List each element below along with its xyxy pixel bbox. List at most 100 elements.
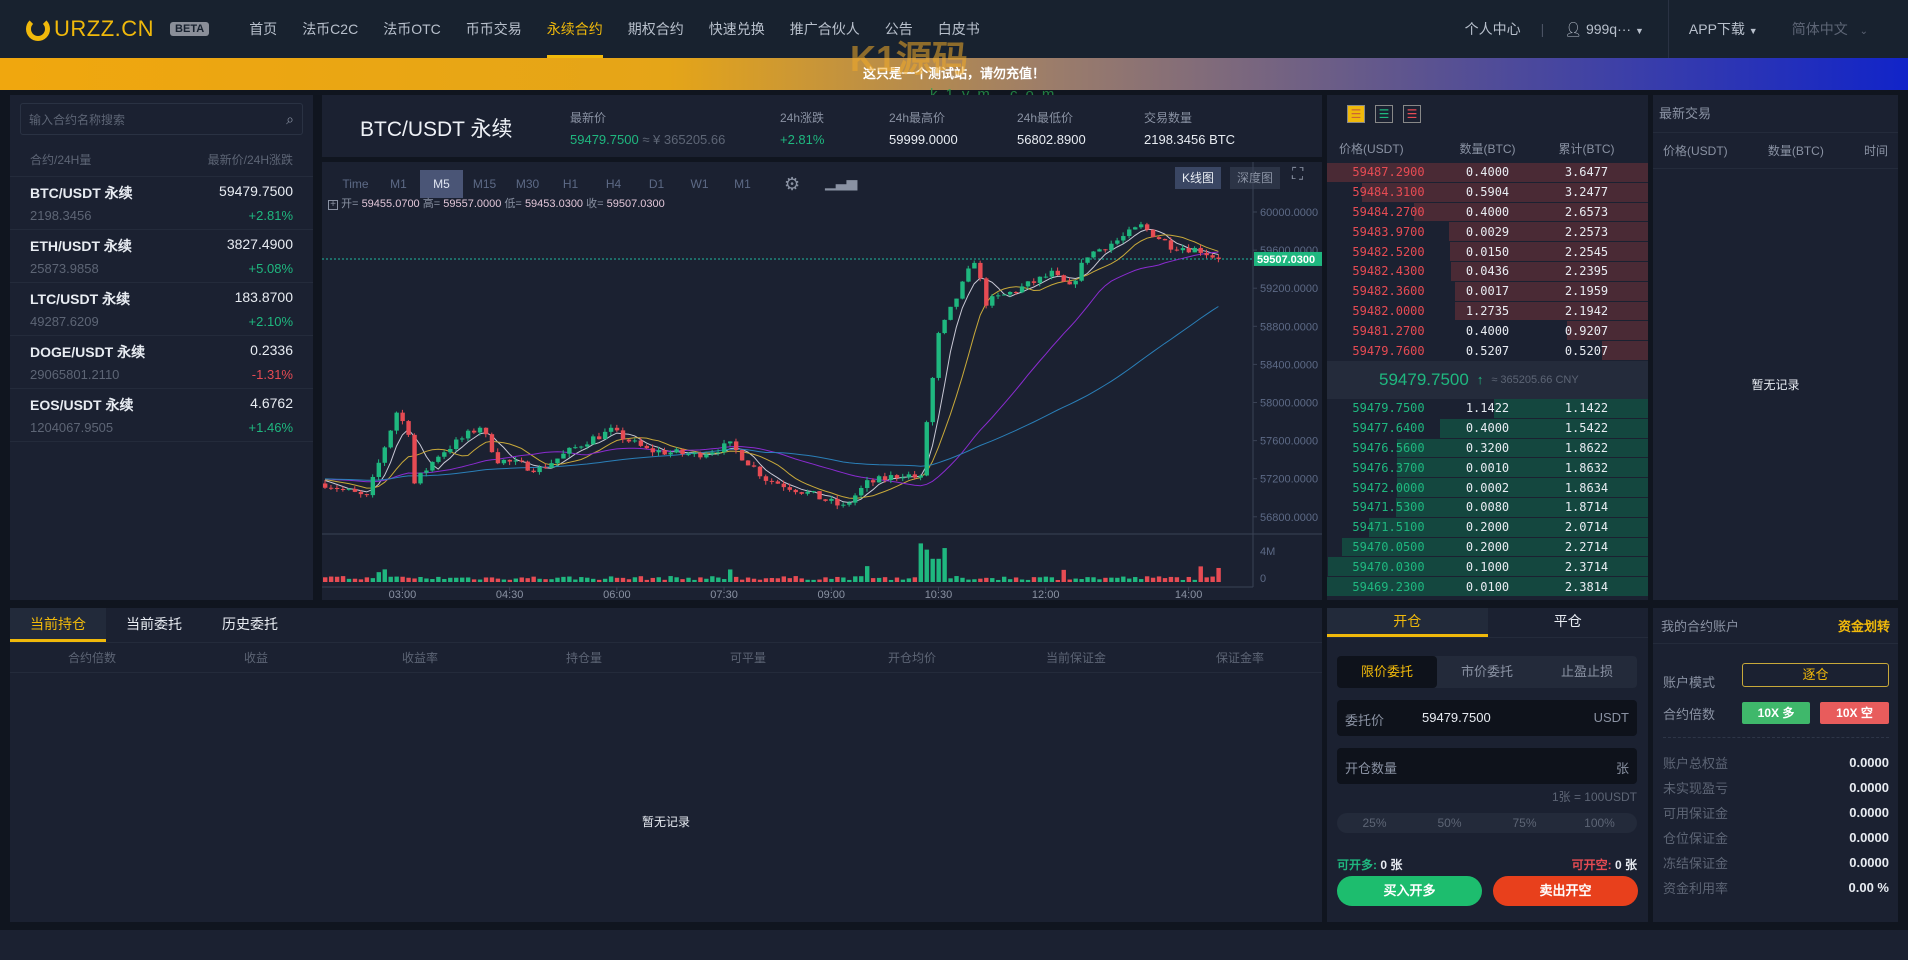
candle (638, 440, 644, 446)
market-list-item[interactable]: ETH/USDT 永续 3827.4900 25873.9858 +5.08% (10, 230, 313, 283)
candle (811, 491, 816, 493)
book-bids-icon[interactable]: ☰ (1375, 105, 1393, 123)
ticker-bar: BTC/USDT 永续 最新价 59479.7500 ≈ ¥ 365205.66 … (322, 95, 1322, 157)
bid-row[interactable]: 59470.0300 0.1000 2.3714 (1327, 557, 1648, 578)
nav-item[interactable]: 币币交易 (466, 0, 522, 58)
sell-short-button[interactable]: 卖出开空 (1493, 876, 1638, 906)
bid-row[interactable]: 59469.2300 0.0100 2.3814 (1327, 577, 1648, 597)
nav-item[interactable]: 法币C2C (302, 0, 358, 58)
book-asks-icon[interactable]: ☰ (1403, 105, 1421, 123)
volume-tick-label: 4M (1260, 546, 1275, 558)
ask-row[interactable]: 59482.4300 0.0436 2.2395 (1327, 261, 1648, 282)
fund-transfer-link[interactable]: 资金划转 (1838, 616, 1890, 635)
order-amount: 1.2735 (1465, 303, 1510, 318)
contract-size-note: 1张 = 100USDT (1551, 790, 1637, 804)
bid-row[interactable]: 59470.0500 0.2000 2.2714 (1327, 537, 1648, 558)
percent-option[interactable]: 25% (1337, 813, 1412, 833)
price-tick-label: 60000.0000 (1260, 207, 1318, 219)
buy-long-button[interactable]: 买入开多 (1337, 876, 1482, 906)
volume-bar (1133, 577, 1138, 582)
candle (870, 480, 876, 483)
ask-row[interactable]: 59487.2900 0.4000 3.6477 (1327, 163, 1648, 183)
candle (537, 467, 542, 473)
candle (644, 445, 650, 449)
order-price-input[interactable]: 委托价 59479.7500 USDT (1337, 700, 1637, 736)
candle (686, 454, 691, 456)
order-amount: 0.0436 (1465, 264, 1510, 279)
beta-badge: BETA (170, 22, 210, 36)
tab-limit-order[interactable]: 限价委托 (1337, 656, 1437, 688)
bid-row[interactable]: 59472.0000 0.0002 1.8634 (1327, 478, 1648, 498)
short-leverage-button[interactable]: 10X 空 (1820, 702, 1889, 724)
tab-stop-order[interactable]: 止盈止损 (1537, 656, 1637, 688)
order-price: 59481.2700 (1352, 323, 1425, 338)
user-menu[interactable]: 👤︎ 999q··· ▼ (1564, 21, 1644, 38)
tab-market-order[interactable]: 市价委托 (1437, 656, 1537, 688)
bid-row[interactable]: 59477.6400 0.4000 1.5422 (1327, 418, 1648, 439)
positions-tab[interactable]: 历史委托 (202, 608, 298, 642)
logo[interactable]: URZZ.CN BETA (26, 16, 210, 42)
column-header: 保证金率 (1215, 651, 1264, 665)
ask-row[interactable]: 59482.3600 0.0017 2.1959 (1327, 281, 1648, 302)
bid-row[interactable]: 59476.5600 0.3200 1.8622 (1327, 438, 1648, 459)
bid-row[interactable]: 59471.5300 0.0080 1.8714 (1327, 497, 1648, 518)
contract-price: 3827.4900 (226, 236, 293, 252)
volume-bar (1162, 578, 1168, 582)
candle (1198, 247, 1203, 253)
nav-item[interactable]: 快速兑换 (709, 0, 765, 58)
percent-option[interactable]: 50% (1412, 813, 1487, 833)
language-select[interactable]: 简体中文 ⌄ (1792, 19, 1868, 39)
volume-bar (835, 576, 840, 582)
nav-item[interactable]: 法币OTC (383, 0, 441, 58)
account-mode-button[interactable]: 逐仓 (1742, 663, 1889, 687)
quantity-input[interactable]: 开仓数量 张 (1337, 748, 1637, 784)
ask-row[interactable]: 59484.3100 0.5904 3.2477 (1327, 182, 1648, 203)
percent-option[interactable]: 100% (1562, 813, 1637, 833)
candle (912, 474, 918, 478)
candle (561, 453, 566, 459)
volume-bar (930, 558, 935, 582)
contract-name: LTC/USDT 永续 (30, 291, 131, 307)
positions-tab[interactable]: 当前持仓 (10, 608, 106, 642)
percent-slider[interactable]: 25% 50% 75% 100% (1337, 813, 1637, 833)
candle (531, 470, 536, 473)
app-download-menu[interactable]: APP下载 ▼ (1689, 19, 1758, 39)
candle (567, 447, 572, 454)
ask-row[interactable]: 59482.5200 0.0150 2.2545 (1327, 242, 1648, 262)
volume-bar (728, 569, 733, 582)
market-list-item[interactable]: DOGE/USDT 永续 0.2336 29065801.2110 -1.31% (10, 336, 313, 389)
nav-item[interactable]: 永续合约 (546, 0, 603, 58)
nav-item[interactable]: 期权合约 (628, 0, 684, 58)
volume-bar (561, 576, 566, 582)
candle (954, 298, 959, 307)
market-list-item[interactable]: BTC/USDT 永续 59479.7500 2198.3456 +2.81% (10, 177, 313, 230)
contract-search-input[interactable]: 输入合约名称搜索 ⌕ (20, 103, 303, 135)
volume-bar (1121, 576, 1126, 582)
bid-row[interactable]: 59471.5100 0.2000 2.0714 (1327, 517, 1648, 538)
ask-row[interactable]: 59483.9700 0.0029 2.2573 (1327, 222, 1648, 243)
ask-row[interactable]: 59482.0000 1.2735 2.1942 (1327, 301, 1648, 322)
user-center-link[interactable]: 个人中心 (1465, 19, 1521, 39)
percent-option[interactable]: 75% (1487, 813, 1562, 833)
ask-row[interactable]: 59484.2700 0.4000 2.6573 (1327, 202, 1648, 223)
volume-bar (626, 579, 632, 582)
book-both-icon[interactable]: ☰ (1347, 105, 1365, 123)
ask-row[interactable]: 59479.7600 0.5207 0.5207 (1327, 341, 1648, 361)
long-leverage-button[interactable]: 10X 多 (1742, 702, 1810, 724)
nav-item[interactable]: 首页 (249, 0, 277, 58)
candlestick-chart[interactable]: 60000.000059600.000059200.000058800.0000… (322, 162, 1322, 600)
tab-open-position[interactable]: 开仓 (1327, 608, 1488, 637)
empty-state: 暂无记录 (641, 815, 690, 829)
candle (346, 488, 352, 490)
candle (1162, 238, 1168, 241)
bid-row[interactable]: 59476.3700 0.0010 1.8632 (1327, 458, 1648, 479)
tab-close-position[interactable]: 平仓 (1488, 608, 1649, 637)
bid-row[interactable]: 59479.7500 1.1422 1.1422 (1327, 398, 1648, 419)
ask-row[interactable]: 59481.2700 0.4000 0.9207 (1327, 321, 1648, 342)
arrow-up-icon: ↑ (1476, 372, 1484, 388)
candle (334, 487, 340, 490)
positions-tab[interactable]: 当前委托 (106, 608, 202, 642)
market-list-item[interactable]: LTC/USDT 永续 183.8700 49287.6209 +2.10% (10, 283, 313, 336)
volume-bar (579, 577, 584, 582)
market-list-item[interactable]: EOS/USDT 永续 4.6762 1204067.9505 +1.46% (10, 389, 313, 442)
